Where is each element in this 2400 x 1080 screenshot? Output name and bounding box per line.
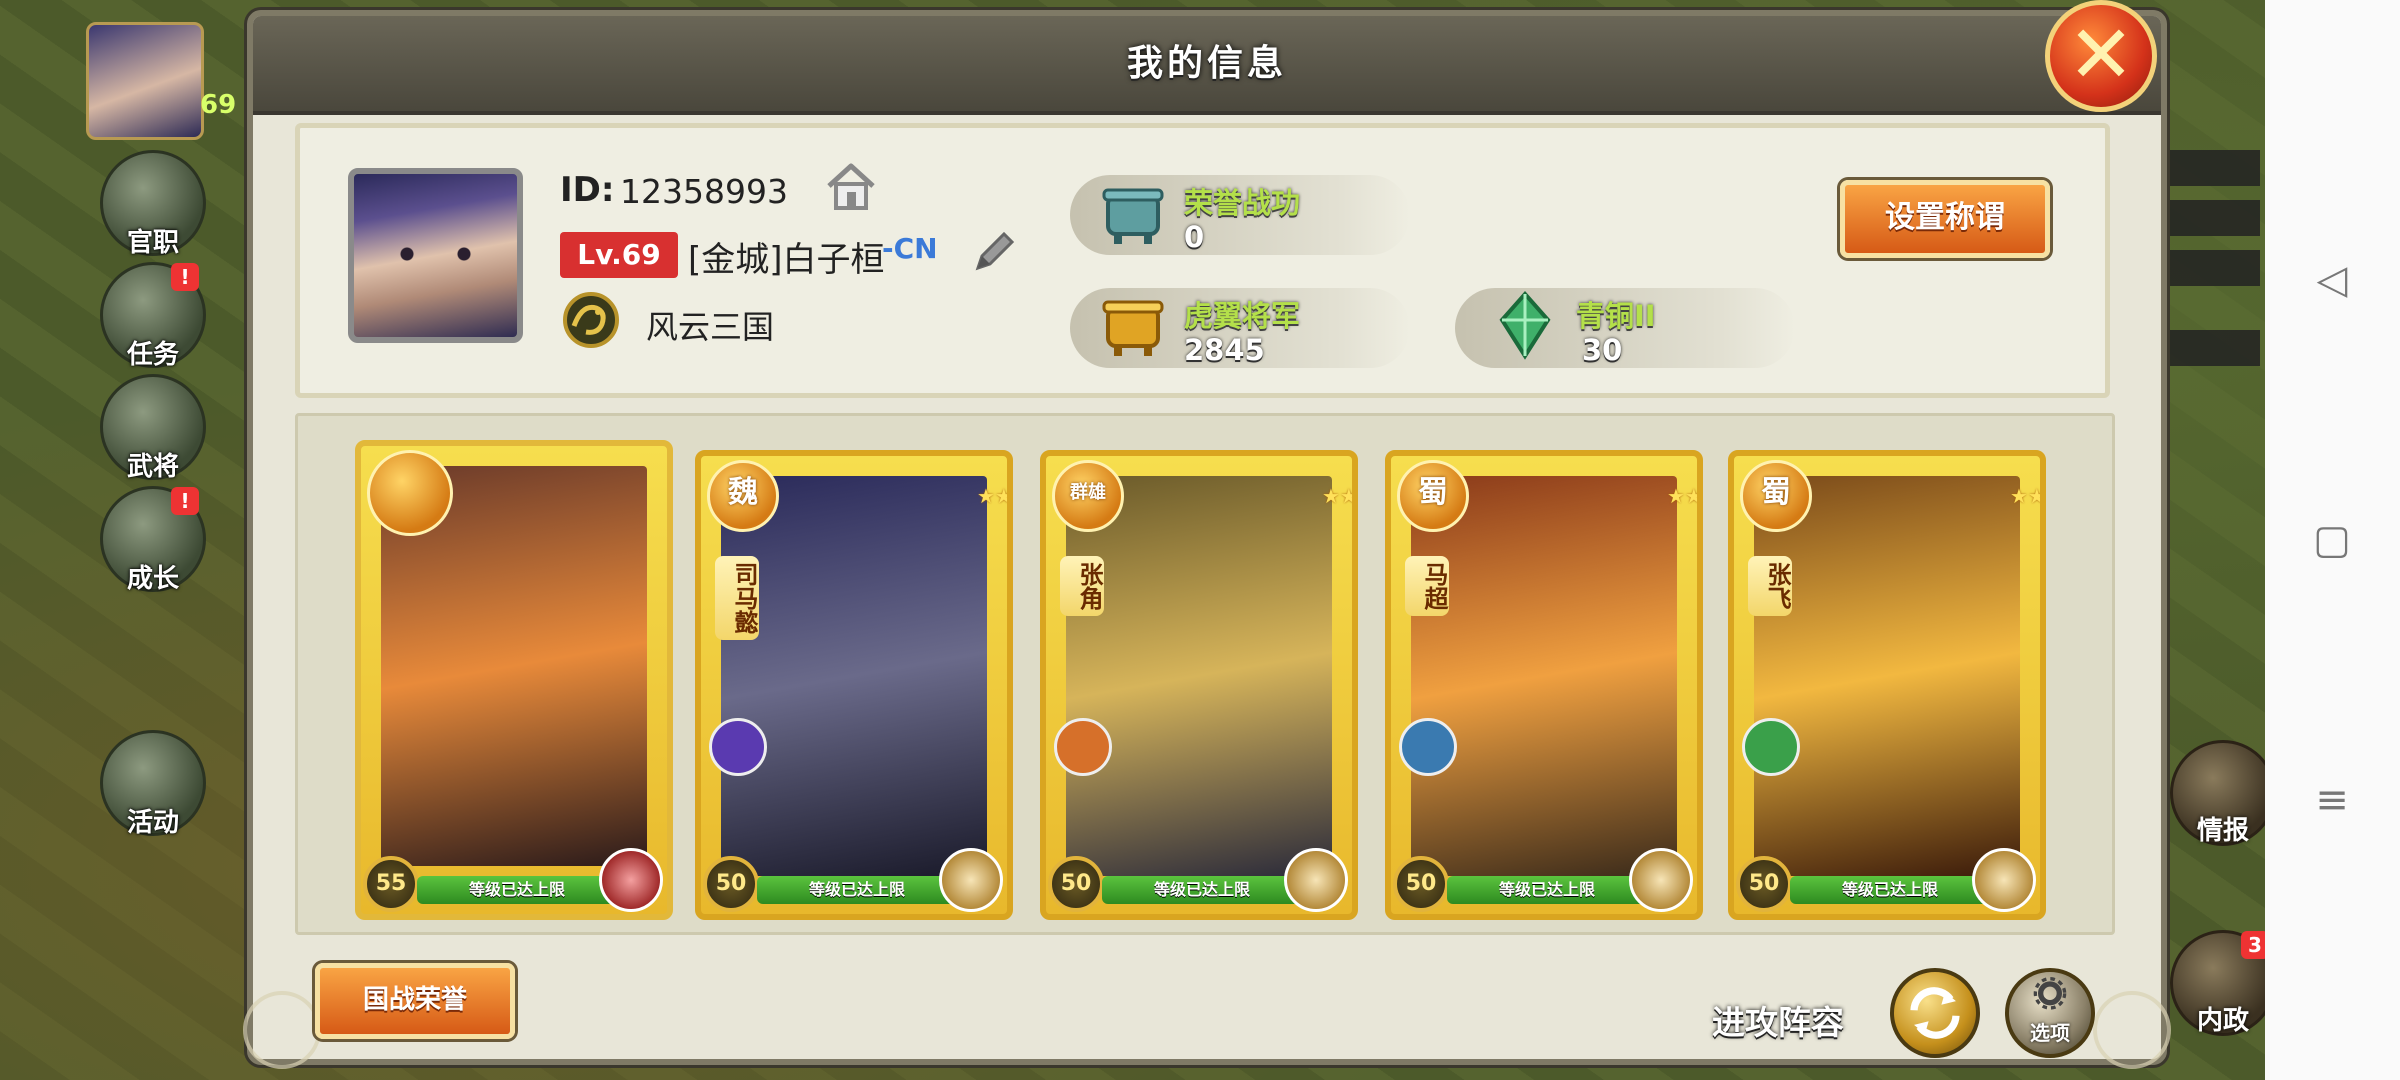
id-value: 12358993 [620,172,788,211]
stat-tier-title: 青铜II [1576,299,1656,333]
general-card[interactable]: 魏司马懿 ★★★★★★★ 50等级已达上限 [695,450,1013,920]
level-status-bar: 等级已达上限 [417,876,617,904]
general-name: 马超 [1405,556,1449,616]
stat-honor-value: 0 [1184,220,1205,254]
element-orb-icon [709,718,767,776]
hud-menu-label: 活动 [126,808,179,838]
stat-rank-value: 2845 [1184,333,1265,367]
attack-lineup-label: 进攻阵容 [1712,1003,1844,1042]
stat-tier-value: 30 [1582,333,1623,367]
refresh-arrows-icon [1910,987,1960,1039]
general-name: 司马懿 [715,556,759,640]
level-status-bar: 等级已达上限 [1102,876,1302,904]
general-portrait [1411,476,1677,876]
hud-badge: ! [171,487,199,515]
level-status-bar: 等级已达上限 [1790,876,1990,904]
home-icon[interactable] [825,162,877,212]
general-portrait [721,476,987,876]
set-title-button[interactable]: 设置称谓 [1840,180,2050,258]
player-name-suffix: -CN [882,232,938,265]
attack-lineup-button[interactable] [1890,968,1980,1058]
close-button[interactable]: ✕ [2045,0,2157,112]
general-level: 50 [1048,856,1104,912]
server-name: 风云三国 [646,308,775,346]
jade-crystal-icon [1499,290,1551,360]
portrait-face [388,246,483,262]
hud-right-slot [2170,150,2260,186]
level-status-bar: 等级已达上限 [757,876,957,904]
hud-menu-events[interactable]: 活动 [100,730,206,838]
hud-menu-intel[interactable]: 情报 [2170,740,2276,846]
general-name: 张飞 [1748,556,1792,616]
hud-menu-domestic[interactable]: 3 内政 [2170,930,2276,1036]
player-name: [金城]白子桓 [688,240,885,280]
general-level: 50 [1393,856,1449,912]
gold-cauldron-icon [1102,300,1164,356]
dragon-emblem-icon [563,292,619,348]
options-button[interactable]: 选项 [2005,968,2095,1058]
hud-menu-generals[interactable]: 武将 [100,374,206,482]
element-orb-icon [1399,718,1457,776]
id-label: ID: [560,170,615,210]
skill-icon [1972,848,2036,912]
faction-badge: 蜀 [1397,460,1469,532]
hud-menu-quest[interactable]: ! 任务 [100,262,206,370]
close-x-icon: ✕ [2067,8,2135,101]
star-rating-icon: ★★★★★★★ [977,484,1013,508]
bronze-cauldron-icon [1102,188,1164,244]
skill-icon [599,848,663,912]
hud-right-slot [2170,250,2260,286]
general-card[interactable]: 蜀马超 ★★★★★★★ 50等级已达上限 [1385,450,1703,920]
general-card[interactable]: 蜀张飞 ★★★★★★★ 50等级已达上限 [1728,450,2046,920]
faction-badge: 魏 [707,460,779,532]
general-level: 55 [363,856,419,912]
general-portrait [1066,476,1332,876]
dialog-header: 我的信息 [253,16,2161,115]
corner-ornament [2093,991,2171,1069]
hud-menu-label: 成长 [126,564,179,594]
element-orb-icon [1054,718,1112,776]
hud-level: 69 [200,90,237,120]
hud-badge: ! [171,263,199,291]
hud-menu-label: 内政 [2196,1006,2249,1036]
hud-avatar[interactable] [86,22,204,140]
dialog-title: 我的信息 [1126,43,1287,84]
general-card[interactable]: 群雄张角 ★★★★★★★ 50等级已达上限 [1040,450,1358,920]
general-level: 50 [1736,856,1792,912]
stat-honor-title: 荣誉战功 [1184,186,1301,220]
star-rating-icon: ★★★★★★★ [1322,484,1358,508]
general-level: 50 [703,856,759,912]
hud-menu-label: 武将 [126,452,179,482]
corner-ornament [243,991,321,1069]
star-rating-icon: ★★★★★★★ [1667,484,1703,508]
hud-menu-label: 任务 [126,340,179,370]
nav-menu-icon[interactable]: ≡ [2310,778,2354,822]
star-rating-icon: ★★★★★★★ [2010,484,2046,508]
element-orb-icon [1742,718,1800,776]
options-label: 选项 [2030,1021,2070,1045]
general-portrait [1754,476,2020,876]
general-name: 张角 [1060,556,1104,616]
nav-home-icon[interactable]: ▢ [2310,518,2354,562]
national-honor-button[interactable]: 国战荣誉 [315,963,515,1039]
faction-badge: 蜀 [1740,460,1812,532]
general-card[interactable]: 55 等级已达上限 [355,440,673,920]
hud-menu-official[interactable]: 官职 [100,150,206,258]
skill-icon [939,848,1003,912]
stat-rank-title: 虎翼将军 [1184,299,1301,333]
faction-badge: 群雄 [1052,460,1124,532]
hud-right-slot [2170,330,2260,366]
hud-menu-growth[interactable]: ! 成长 [100,486,206,594]
nav-back-icon[interactable]: ◁ [2310,258,2354,302]
edit-pencil-icon[interactable] [970,228,1018,276]
hud-right-slot [2170,200,2260,236]
skill-icon [1284,848,1348,912]
hud-menu-label: 情报 [2196,816,2249,846]
skill-icon [1629,848,1693,912]
phoenix-emblem-icon [367,450,453,536]
player-portrait[interactable] [348,168,523,343]
hud-menu-label: 官职 [126,228,179,258]
level-status-bar: 等级已达上限 [1447,876,1647,904]
player-level-badge: Lv.69 [560,232,678,278]
